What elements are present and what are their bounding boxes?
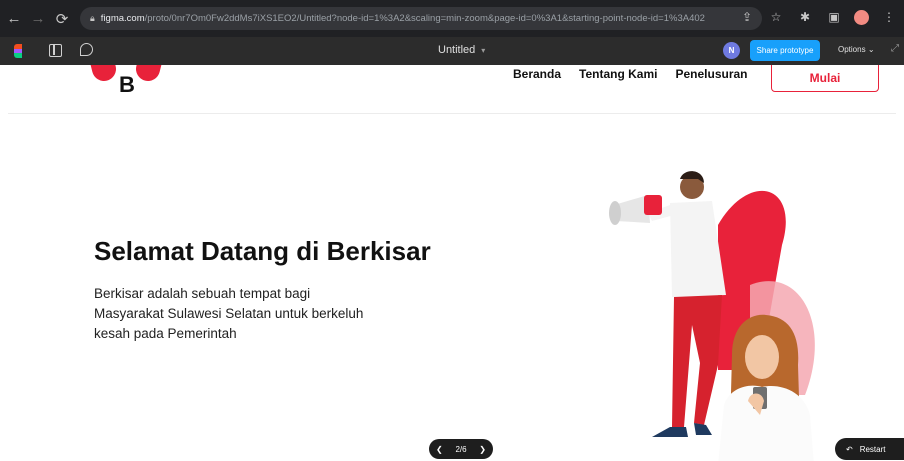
menu-kebab-icon[interactable]: ⋮ bbox=[880, 8, 898, 26]
sidebar-toggle-icon[interactable] bbox=[49, 44, 62, 57]
expand-icon[interactable]: ⤢ bbox=[891, 43, 899, 54]
url-host: figma.com bbox=[100, 13, 145, 24]
url-path: /proto/0nr7Om0Fw2ddMs7iXS1EO2/Untitled?n… bbox=[144, 13, 705, 24]
options-menu[interactable]: Options ⌄ bbox=[838, 45, 875, 54]
man-figure bbox=[609, 171, 726, 437]
previous-frame-icon[interactable]: ❮ bbox=[436, 445, 443, 454]
comment-icon[interactable] bbox=[80, 43, 93, 56]
nav-link-tentang-kami[interactable]: Tentang Kami bbox=[579, 67, 657, 81]
hero-title: Selamat Datang di Berkisar bbox=[94, 236, 431, 266]
sidepanel-icon[interactable]: ▣ bbox=[825, 8, 843, 26]
next-frame-icon[interactable]: ❯ bbox=[479, 445, 486, 454]
file-title[interactable]: Untitled ▾ bbox=[438, 44, 485, 56]
file-title-label: Untitled bbox=[438, 44, 476, 56]
prototype-pager: ❮ 2/6 ❯ bbox=[429, 439, 493, 459]
lock-icon: 🔒︎ bbox=[90, 13, 95, 23]
hero-illustration bbox=[609, 171, 815, 461]
logo-left-shape bbox=[89, 65, 119, 84]
figma-logo-icon[interactable] bbox=[14, 44, 22, 58]
options-label: Options bbox=[838, 45, 866, 54]
back-icon[interactable]: ← bbox=[4, 9, 24, 29]
prototype-frame: B Beranda Tentang Kami Penelusuran Mulai… bbox=[0, 65, 904, 461]
header-divider bbox=[8, 113, 896, 114]
share-icon[interactable]: ⇪ bbox=[738, 8, 756, 26]
restart-icon: ↶ bbox=[846, 444, 853, 454]
site-nav: Beranda Tentang Kami Penelusuran bbox=[513, 67, 748, 81]
chevron-down-icon: ⌄ bbox=[867, 45, 875, 54]
profile-avatar[interactable] bbox=[854, 9, 869, 25]
forward-icon[interactable]: → bbox=[28, 9, 48, 29]
user-avatar[interactable]: N bbox=[723, 42, 740, 59]
mulai-button[interactable]: Mulai bbox=[771, 65, 879, 92]
site-logo[interactable]: B bbox=[89, 65, 164, 97]
chevron-down-icon: ▾ bbox=[481, 46, 486, 55]
star-icon[interactable]: ☆ bbox=[767, 8, 785, 26]
logo-letter: B bbox=[119, 72, 135, 97]
restart-label: Restart bbox=[859, 444, 886, 454]
address-bar[interactable]: 🔒︎ figma.com /proto/0nr7Om0Fw2ddMs7iXS1E… bbox=[80, 7, 762, 30]
figma-toolbar: Untitled ▾ N Share prototype Options ⌄ ⤢ bbox=[0, 37, 904, 65]
browser-toolbar: ← → ⟳ 🔒︎ figma.com /proto/0nr7Om0Fw2ddMs… bbox=[0, 0, 904, 37]
nav-link-beranda[interactable]: Beranda bbox=[513, 67, 561, 81]
browser-actions: ⇪ ☆ ✱ ▣ ⋮ bbox=[738, 8, 898, 26]
extensions-icon[interactable]: ✱ bbox=[796, 8, 814, 26]
hero-description: Berkisar adalah sebuah tempat bagi Masya… bbox=[94, 286, 364, 341]
restart-button[interactable]: ↶ Restart bbox=[835, 438, 904, 460]
share-prototype-button[interactable]: Share prototype bbox=[750, 40, 820, 61]
nav-link-penelusuran[interactable]: Penelusuran bbox=[675, 67, 747, 81]
logo-right-shape bbox=[133, 65, 163, 84]
page-indicator: 2/6 bbox=[455, 444, 467, 454]
reload-icon[interactable]: ⟳ bbox=[52, 9, 72, 29]
